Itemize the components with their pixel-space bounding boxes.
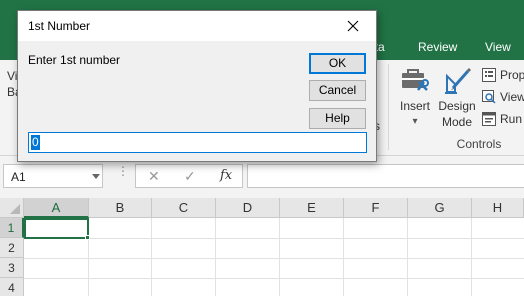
worksheet-grid[interactable]: A B C D E F G H 1 2 3 4 — [0, 198, 524, 296]
formula-buttons: ✕ ✓ fx — [135, 164, 243, 188]
row-header-2[interactable]: 2 — [0, 238, 24, 258]
column-header-c[interactable]: C — [152, 198, 216, 218]
chevron-down-icon: ▾ — [412, 116, 418, 127]
active-cell-a1[interactable] — [24, 218, 89, 239]
column-header-d[interactable]: D — [216, 198, 280, 218]
dialog-title: 1st Number — [28, 19, 91, 33]
column-header-h[interactable]: H — [472, 198, 524, 218]
column-header-g[interactable]: G — [408, 198, 472, 218]
dialog-input-field[interactable]: 0 — [28, 132, 367, 153]
input-dialog: 1st Number Enter 1st number OK Cancel He… — [17, 10, 377, 162]
name-box[interactable]: A1 — [3, 164, 103, 188]
insert-controls-icon — [402, 69, 429, 91]
cancel-button[interactable]: Cancel — [309, 80, 366, 101]
ok-button[interactable]: OK — [309, 53, 366, 74]
column-header-e[interactable]: E — [280, 198, 344, 218]
gridline — [215, 218, 216, 296]
insert-controls-button[interactable]: Insert ▾ — [396, 66, 434, 130]
gridline — [407, 218, 408, 296]
column-header-a[interactable]: A — [24, 198, 89, 218]
formula-input[interactable] — [247, 164, 524, 188]
gridline — [343, 218, 344, 296]
fill-handle[interactable] — [85, 235, 90, 240]
gridline — [24, 258, 524, 259]
column-header-b[interactable]: B — [89, 198, 152, 218]
help-button[interactable]: Help — [309, 108, 366, 129]
dialog-prompt: Enter 1st number — [28, 53, 121, 67]
ribbon-separator — [388, 64, 389, 150]
design-mode-button[interactable]: Design Mode — [437, 66, 477, 130]
resize-handle-icon[interactable]: ⋮ — [117, 165, 129, 177]
column-header-f[interactable]: F — [344, 198, 408, 218]
close-button[interactable] — [330, 11, 376, 41]
design-mode-icon — [445, 67, 472, 94]
run-dialog-icon — [482, 112, 496, 126]
chevron-down-icon[interactable] — [92, 174, 100, 179]
fx-icon[interactable]: fx — [220, 168, 232, 183]
gridline — [24, 278, 524, 279]
dialog-input-value: 0 — [31, 135, 40, 150]
properties-icon — [482, 68, 496, 82]
dialog-title-bar[interactable]: 1st Number — [18, 11, 376, 41]
cancel-entry-icon[interactable]: ✕ — [148, 168, 160, 185]
group-label-controls: Controls — [456, 137, 502, 151]
name-box-value: A1 — [11, 170, 26, 184]
select-all-icon — [10, 204, 20, 214]
gridline — [151, 218, 152, 296]
gridline — [279, 218, 280, 296]
row-header-3[interactable]: 3 — [0, 258, 24, 278]
close-icon — [347, 20, 359, 32]
select-all-corner[interactable] — [0, 198, 24, 218]
tab-review[interactable]: Review — [418, 40, 457, 54]
confirm-entry-icon[interactable]: ✓ — [184, 168, 196, 185]
row-header-1[interactable]: 1 — [0, 218, 24, 238]
row-header-4[interactable]: 4 — [0, 278, 24, 296]
formula-bar-area: A1 ⋮ ✕ ✓ fx — [0, 156, 524, 198]
tab-view[interactable]: View — [485, 40, 511, 54]
gridline — [471, 218, 472, 296]
view-code-icon — [482, 90, 496, 104]
gridline — [24, 238, 524, 239]
